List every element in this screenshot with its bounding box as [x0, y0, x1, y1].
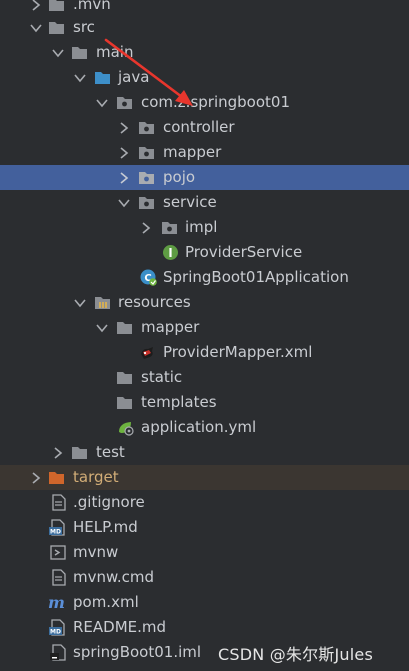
chevron-right-icon[interactable]	[118, 165, 130, 190]
tree-item-gitignore[interactable]: .gitignore	[0, 490, 409, 515]
tree-item-provider-mapper-xml[interactable]: ProviderMapper.xml	[0, 340, 409, 365]
tree-item-templates[interactable]: templates	[0, 390, 409, 415]
folder-icon	[116, 369, 133, 386]
chevron-right-icon[interactable]	[140, 215, 152, 240]
tree-item-mapper-package[interactable]: mapper	[0, 140, 409, 165]
watermark-text: CSDN @朱尔斯Jules	[218, 645, 373, 664]
tree-item-label: templates	[141, 393, 217, 411]
package-icon	[138, 169, 155, 186]
tree-item-mvnw[interactable]: mvnw	[0, 540, 409, 565]
markdown-file-icon: MD	[49, 619, 66, 636]
chevron-right-icon[interactable]	[118, 115, 130, 140]
tree-item-src[interactable]: src	[0, 15, 409, 40]
folder-icon	[116, 319, 133, 336]
svg-text:m: m	[48, 594, 65, 611]
tree-item-provider-service[interactable]: ProviderService	[0, 240, 409, 265]
tree-item-label: HELP.md	[73, 518, 138, 536]
folder-icon	[48, 19, 65, 36]
iml-file-icon	[50, 644, 67, 661]
folder-icon	[116, 394, 133, 411]
tree-item-label: mvnw.cmd	[73, 568, 155, 586]
package-icon	[138, 119, 155, 136]
chevron-down-icon[interactable]	[52, 40, 64, 65]
tree-item-label: controller	[163, 118, 235, 136]
tree-item-label: pojo	[163, 168, 196, 186]
folder-icon	[71, 444, 88, 461]
tree-item-label: application.yml	[141, 418, 257, 436]
package-icon	[161, 219, 178, 236]
tree-item-label: SpringBoot01Application	[163, 268, 349, 286]
spring-boot-class-icon: C	[140, 269, 157, 286]
tree-item-label: impl	[185, 218, 218, 236]
tree-item-readme-md[interactable]: MD README.md	[0, 615, 409, 640]
folder-icon	[48, 0, 65, 13]
chevron-down-icon[interactable]	[30, 15, 42, 40]
source-folder-icon	[94, 69, 111, 86]
package-icon	[138, 194, 155, 211]
svg-text:MD: MD	[50, 629, 61, 636]
tree-item-label: ProviderMapper.xml	[163, 343, 313, 361]
tree-item-impl[interactable]: impl	[0, 215, 409, 240]
svg-text:MD: MD	[50, 529, 61, 536]
tree-item-service[interactable]: service	[0, 190, 409, 215]
folder-icon	[71, 44, 88, 61]
tree-item-label: mvnw	[73, 543, 119, 561]
tree-item-label: main	[96, 43, 134, 61]
tree-item-pom-xml[interactable]: m pom.xml	[0, 590, 409, 615]
tree-item-label: mapper	[163, 143, 222, 161]
excluded-folder-icon	[48, 469, 65, 486]
tree-item-static[interactable]: static	[0, 365, 409, 390]
chevron-down-icon[interactable]	[96, 315, 108, 340]
tree-item-label: com.z.springboot01	[141, 93, 290, 111]
tree-item-application-yml[interactable]: application.yml	[0, 415, 409, 440]
tree-item-help-md[interactable]: MD HELP.md	[0, 515, 409, 540]
resources-folder-icon	[94, 294, 111, 311]
chevron-right-icon[interactable]	[118, 140, 130, 165]
interface-icon	[162, 244, 179, 261]
tree-item-label: target	[73, 468, 119, 486]
tree-item-label: service	[163, 193, 217, 211]
tree-item-label: pom.xml	[73, 593, 139, 611]
tree-item-label: resources	[118, 293, 191, 311]
project-tree: .mvn src main java com.z.springboot01 co…	[0, 0, 409, 671]
text-file-icon	[50, 494, 67, 511]
tree-item-mapper-folder[interactable]: mapper	[0, 315, 409, 340]
package-icon	[116, 94, 133, 111]
chevron-down-icon[interactable]	[118, 190, 130, 215]
spring-yml-icon	[117, 419, 134, 436]
text-file-icon	[50, 569, 67, 586]
tree-item-label: ProviderService	[185, 243, 303, 261]
maven-icon: m	[48, 594, 65, 611]
chevron-down-icon[interactable]	[74, 65, 86, 90]
mybatis-xml-icon	[139, 344, 156, 361]
tree-item-java[interactable]: java	[0, 65, 409, 90]
chevron-right-icon[interactable]	[52, 440, 64, 465]
chevron-down-icon[interactable]	[96, 90, 108, 115]
tree-item-label: springBoot01.iml	[73, 643, 202, 661]
shell-script-icon	[50, 544, 67, 561]
tree-item-springboot-application[interactable]: C SpringBoot01Application	[0, 265, 409, 290]
tree-item-label: static	[141, 368, 183, 386]
tree-item-label: test	[96, 443, 125, 461]
tree-item-main[interactable]: main	[0, 40, 409, 65]
chevron-right-icon[interactable]	[30, 465, 42, 490]
tree-item-label: mapper	[141, 318, 200, 336]
chevron-down-icon[interactable]	[74, 290, 86, 315]
tree-item-label: README.md	[73, 618, 167, 636]
tree-item-resources[interactable]: resources	[0, 290, 409, 315]
tree-item-package-root[interactable]: com.z.springboot01	[0, 90, 409, 115]
tree-item-controller[interactable]: controller	[0, 115, 409, 140]
tree-item-pojo[interactable]: pojo	[0, 165, 409, 190]
tree-item-test[interactable]: test	[0, 440, 409, 465]
tree-item-label: src	[73, 18, 95, 36]
tree-item-mvnw-cmd[interactable]: mvnw.cmd	[0, 565, 409, 590]
tree-item-label: .gitignore	[73, 493, 145, 511]
tree-item-target[interactable]: target	[0, 465, 409, 490]
package-icon	[138, 144, 155, 161]
markdown-file-icon: MD	[49, 519, 66, 536]
tree-item-label: java	[118, 68, 150, 86]
